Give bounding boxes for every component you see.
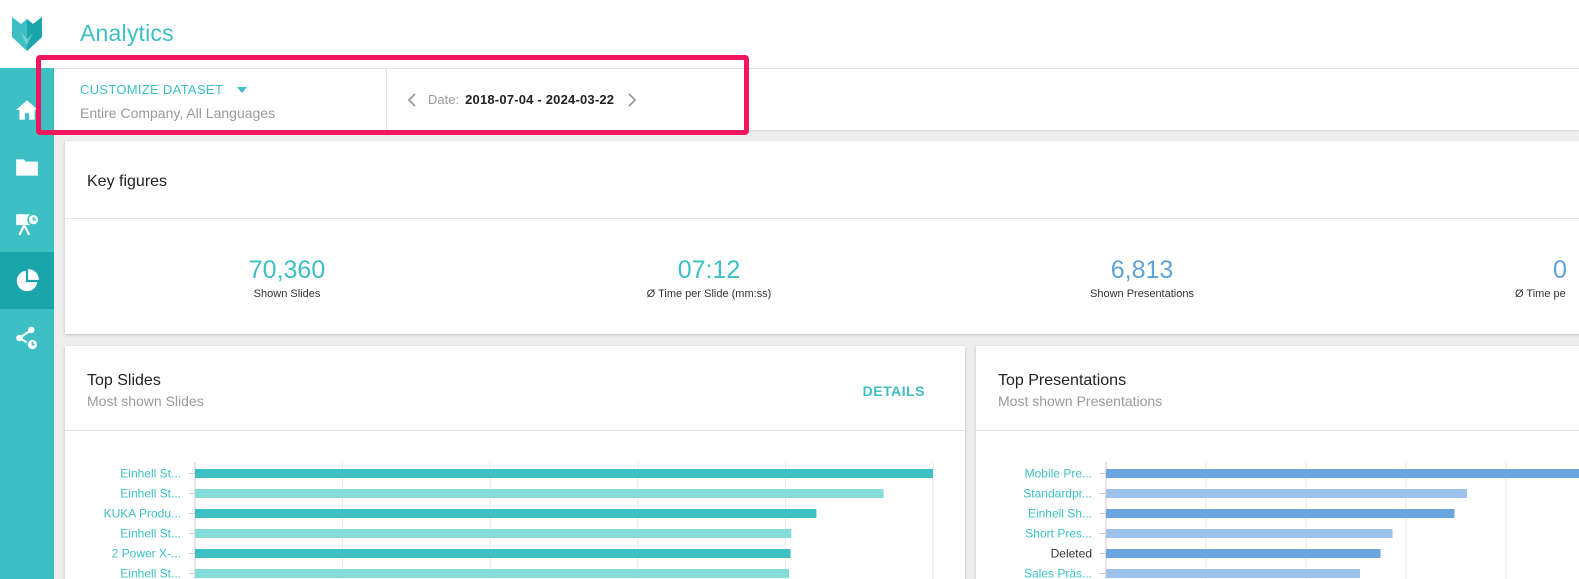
kf-shown-presentations: 6,813 Shown Presentations — [1012, 256, 1272, 300]
key-figures-card: Key figures 70,360 Shown Slides 07:12 Ø … — [65, 141, 1579, 334]
bar[interactable] — [1106, 509, 1455, 518]
top-slides-chart: Einhell St... Einhell St... KUKA Produ... E… — [104, 462, 934, 579]
fox-logo-icon — [12, 17, 42, 51]
presentation-schedule-icon — [16, 212, 40, 235]
folder-icon — [16, 158, 38, 176]
date-range-value[interactable]: 2018-07-04 - 2024-03-22 — [465, 92, 614, 107]
bar[interactable] — [195, 509, 817, 518]
category-label[interactable]: Einhell Sh... — [1028, 507, 1092, 521]
category-label[interactable]: KUKA Produ... — [104, 507, 181, 521]
bar[interactable] — [1106, 529, 1393, 538]
bar[interactable] — [195, 529, 792, 538]
kf-label: Shown Slides — [253, 288, 321, 300]
kf-label: Shown Presentations — [1090, 288, 1194, 300]
customize-dataset-label: CUSTOMIZE DATASET — [80, 82, 224, 97]
sidebar — [0, 0, 54, 579]
top-slides-header: Top Slides Most shown Slides DETAILS — [65, 346, 965, 431]
top-header: Analytics — [54, 0, 1579, 68]
top-presentations-card: Top Presentations Most shown Presentatio… — [976, 346, 1579, 579]
top-presentations-header: Top Presentations Most shown Presentatio… — [976, 346, 1579, 431]
category-label[interactable]: Einhell St... — [120, 487, 181, 501]
category-label[interactable]: Einhell St... — [120, 527, 181, 541]
home-icon — [16, 99, 38, 120]
kf-time-per-slide: 07:12 Ø Time per Slide (mm:ss) — [579, 256, 839, 300]
category-label[interactable]: Deleted — [1051, 547, 1092, 561]
chevron-left-icon[interactable] — [402, 90, 422, 110]
share-schedule-icon — [16, 326, 39, 351]
customize-dataset-button[interactable]: CUSTOMIZE DATASET — [80, 82, 248, 97]
kf-label: Ø Time pe — [1515, 288, 1566, 300]
logo[interactable] — [0, 0, 54, 68]
category-label[interactable]: Standardpr... — [1023, 487, 1092, 501]
bar[interactable] — [1106, 549, 1381, 558]
sidebar-item-home[interactable] — [0, 81, 54, 138]
sidebar-item-analytics[interactable] — [0, 252, 54, 309]
details-button[interactable]: DETAILS — [863, 383, 925, 399]
bar[interactable] — [195, 569, 790, 578]
top-presentations-chart: Mobile Pre... Standardpr... Einhell Sh... S… — [1023, 462, 1579, 579]
sidebar-item-sharing[interactable] — [0, 309, 54, 366]
category-label[interactable]: Sales Präs... — [1024, 567, 1092, 579]
filter-bar: CUSTOMIZE DATASET Entire Company, All La… — [54, 68, 1579, 130]
top-presentations-subtitle: Most shown Presentations — [998, 393, 1163, 409]
dataset-scope-text: Entire Company, All Languages — [80, 105, 276, 121]
page-title: Analytics — [80, 20, 174, 46]
kf-value: 07:12 — [677, 256, 741, 284]
chevron-right-icon[interactable] — [622, 90, 642, 110]
dataset-selector: CUSTOMIZE DATASET Entire Company, All La… — [54, 69, 387, 130]
key-figures-title: Key figures — [87, 173, 168, 190]
category-label[interactable]: Short Pres... — [1025, 527, 1092, 541]
key-figures-header: Key figures — [65, 141, 1579, 219]
bar[interactable] — [195, 489, 884, 498]
category-label[interactable]: Einhell St... — [120, 467, 181, 481]
category-label[interactable]: 2 Power X-... — [112, 547, 181, 561]
category-label[interactable]: Einhell St... — [120, 567, 181, 579]
sidebar-item-folders[interactable] — [0, 138, 54, 195]
kf-label: Ø Time per Slide (mm:ss) — [646, 288, 772, 300]
bar[interactable] — [1106, 489, 1467, 498]
date-range-selector: Date: 2018-07-04 - 2024-03-22 — [388, 69, 642, 130]
sidebar-item-presentations[interactable] — [0, 195, 54, 252]
bar[interactable] — [1106, 469, 1579, 478]
bar[interactable] — [195, 469, 933, 478]
kf-value: 70,360 — [248, 256, 326, 284]
top-slides-subtitle: Most shown Slides — [87, 393, 204, 409]
kf-value: 6,813 — [1110, 256, 1174, 284]
bar[interactable] — [195, 549, 791, 558]
top-slides-card: Top Slides Most shown Slides DETAILS Ein… — [65, 346, 965, 579]
kf-value: 0 — [1553, 256, 1567, 284]
caret-down-icon — [237, 86, 248, 93]
pie-chart-icon — [16, 268, 39, 291]
top-presentations-title: Top Presentations — [998, 372, 1127, 389]
kf-shown-slides: 70,360 Shown Slides — [157, 256, 417, 300]
bar[interactable] — [1106, 569, 1360, 578]
app-root: Analytics CUSTOMIZE DATASET Entire Compa… — [0, 0, 1579, 579]
top-slides-title: Top Slides — [87, 372, 161, 389]
kf-time-per-presentation: 0 Ø Time pe — [1508, 256, 1579, 300]
category-label[interactable]: Mobile Pre... — [1025, 467, 1092, 481]
date-label: Date: — [428, 92, 460, 107]
